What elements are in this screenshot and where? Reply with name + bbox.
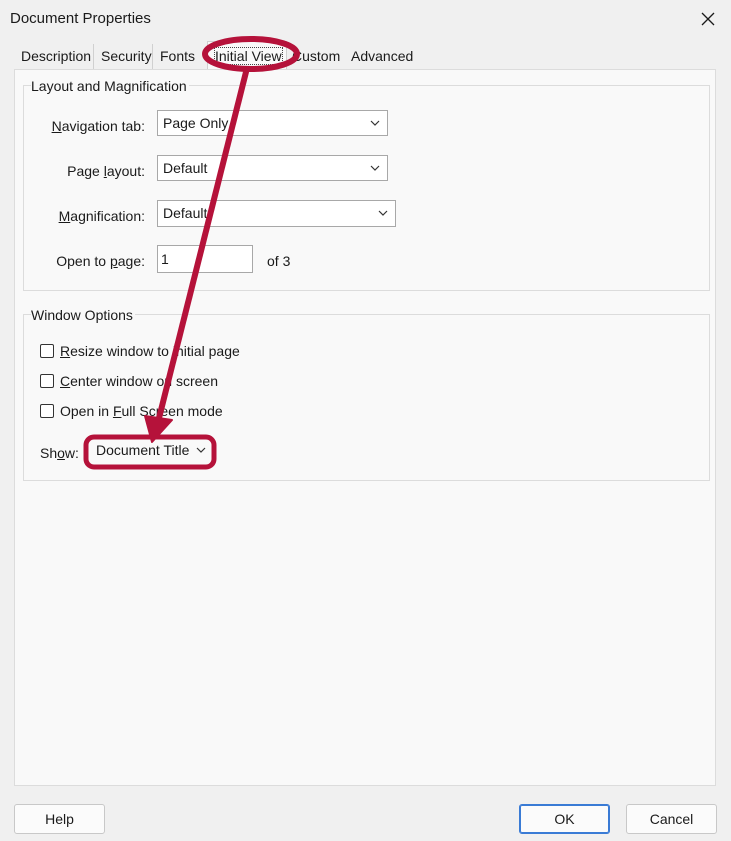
document-properties-dialog: Document Properties Description Security… xyxy=(0,0,731,841)
center-window-checkbox[interactable] xyxy=(40,374,54,388)
close-button[interactable] xyxy=(685,0,731,38)
chevron-down-icon xyxy=(370,120,380,126)
tab-advanced[interactable]: Advanced xyxy=(344,44,414,69)
show-select[interactable]: Document Title xyxy=(91,438,213,464)
center-window-option[interactable]: Center window on screen xyxy=(40,371,218,391)
chevron-down-icon xyxy=(196,447,206,453)
show-label: Show: xyxy=(40,445,79,461)
tab-custom[interactable]: Custom xyxy=(285,44,344,69)
navigation-tab-label: Navigation tab: xyxy=(51,118,145,134)
open-to-page-label: Open to page: xyxy=(56,253,145,269)
window-options-title: Window Options xyxy=(31,307,135,323)
tab-panel: Layout and Magnification Navigation tab:… xyxy=(14,69,716,786)
close-icon xyxy=(701,12,715,26)
open-to-page-input[interactable]: 1 xyxy=(157,245,253,273)
title-bar: Document Properties xyxy=(0,0,731,38)
magnification-label: Magnification: xyxy=(58,208,145,224)
tab-fonts[interactable]: Fonts xyxy=(153,44,206,69)
page-layout-select[interactable]: Default xyxy=(157,155,388,181)
chevron-down-icon xyxy=(378,210,388,216)
resize-window-option[interactable]: Resize window to initial page xyxy=(40,341,240,361)
resize-window-checkbox[interactable] xyxy=(40,344,54,358)
help-button[interactable]: Help xyxy=(14,804,105,834)
page-layout-label: Page layout: xyxy=(67,163,145,179)
chevron-down-icon xyxy=(370,165,380,171)
tab-security[interactable]: Security xyxy=(94,44,153,69)
full-screen-checkbox[interactable] xyxy=(40,404,54,418)
layout-magnification-title: Layout and Magnification xyxy=(31,78,189,94)
page-count-label: of 3 xyxy=(267,253,291,269)
magnification-select[interactable]: Default xyxy=(157,200,396,227)
tab-initial-view[interactable]: Initial View xyxy=(207,41,287,70)
ok-button[interactable]: OK xyxy=(519,804,610,834)
cancel-button[interactable]: Cancel xyxy=(626,804,717,834)
tab-description[interactable]: Description xyxy=(14,44,94,69)
full-screen-option[interactable]: Open in Full Screen mode xyxy=(40,401,223,421)
window-title: Document Properties xyxy=(10,10,151,27)
navigation-tab-select[interactable]: Page Only xyxy=(157,110,388,136)
